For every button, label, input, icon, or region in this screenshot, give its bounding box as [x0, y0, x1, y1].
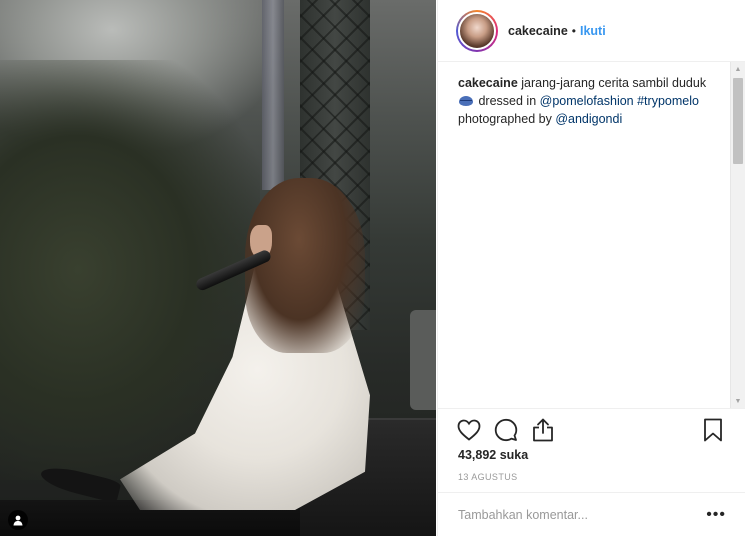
- post-date: 13 AGUSTUS: [458, 472, 518, 482]
- caption-username[interactable]: cakecaine: [458, 76, 518, 90]
- like-count[interactable]: 43,892 suka: [458, 448, 528, 462]
- scroll-up-icon[interactable]: ▲: [731, 62, 745, 76]
- bookmark-icon[interactable]: [700, 417, 726, 443]
- comment-icon[interactable]: [493, 417, 519, 443]
- post-photo[interactable]: [0, 0, 436, 536]
- action-bar: [438, 408, 745, 448]
- more-options-button[interactable]: •••: [706, 506, 726, 523]
- avatar[interactable]: [456, 9, 498, 52]
- comment-bar: •••: [438, 492, 745, 536]
- post-header: cakecaine • Ikuti: [438, 0, 745, 62]
- follow-button[interactable]: Ikuti: [580, 24, 606, 38]
- caption-hashtag-trypomelo[interactable]: #trypomelo: [637, 94, 699, 108]
- caption-mention-pomelofashion[interactable]: @pomelofashion: [540, 94, 634, 108]
- caption-scrollbar[interactable]: ▲ ▼: [730, 62, 745, 408]
- caption-text-2: dressed in: [475, 94, 540, 108]
- lips-emoji-icon: [459, 96, 473, 106]
- heart-icon[interactable]: [456, 417, 482, 443]
- post-caption: cakecaine jarang-jarang cerita sambil du…: [458, 74, 720, 128]
- share-icon[interactable]: [530, 417, 556, 443]
- header-username[interactable]: cakecaine: [508, 24, 568, 38]
- avatar-image: [458, 11, 496, 50]
- scrollbar-thumb[interactable]: [733, 78, 743, 164]
- scroll-down-icon[interactable]: ▼: [731, 394, 745, 408]
- caption-text-3: photographed by: [458, 112, 556, 126]
- header-separator: •: [571, 23, 576, 38]
- comment-input[interactable]: [458, 507, 699, 522]
- person-tag-icon[interactable]: [8, 510, 28, 530]
- photo-pillar: [262, 0, 284, 190]
- photo-speaker: [410, 310, 436, 410]
- caption-mention-andigondi[interactable]: @andigondi: [555, 112, 622, 126]
- caption-text-1: jarang-jarang cerita sambil duduk: [517, 76, 707, 90]
- photo-singer-hair: [245, 178, 365, 353]
- post-sidebar: cakecaine • Ikuti cakecaine jarang-jaran…: [437, 0, 745, 536]
